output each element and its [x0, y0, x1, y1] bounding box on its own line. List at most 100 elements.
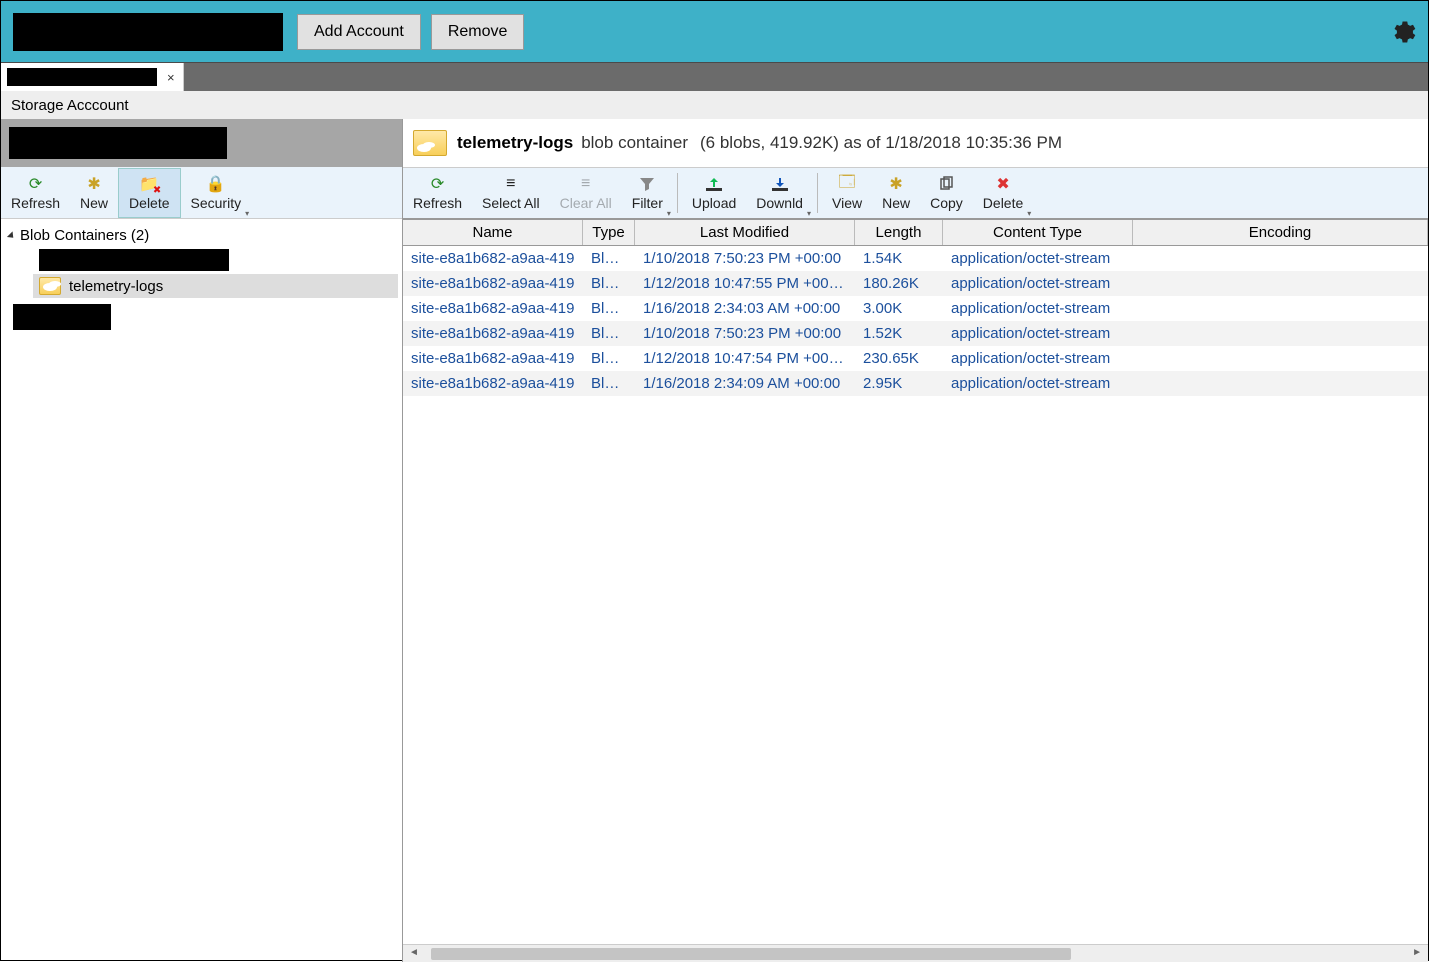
scroll-left-icon[interactable]: ◄	[403, 947, 425, 958]
container-header: telemetry-logs blob container (6 blobs, …	[403, 119, 1428, 167]
cell-length: 230.65K	[855, 348, 943, 369]
cell-modified: 1/12/2018 10:47:55 PM +00:00	[635, 273, 855, 294]
label: Copy	[930, 195, 963, 211]
security-button[interactable]: 🔒 Security	[181, 168, 252, 218]
cell-length: 180.26K	[855, 273, 943, 294]
cell-content-type: application/octet-stream	[943, 273, 1133, 294]
table-row[interactable]: site-e8a1b682-a9aa-419Block1/12/2018 10:…	[403, 346, 1428, 371]
select-all-icon: ≡	[502, 175, 520, 193]
funnel-icon	[638, 175, 656, 193]
close-icon[interactable]: ×	[163, 70, 179, 85]
blob-containers-group[interactable]: Blob Containers (2)	[5, 225, 398, 246]
cell-name: site-e8a1b682-a9aa-419	[403, 323, 583, 344]
upload-button[interactable]: Upload	[682, 168, 746, 218]
account-redacted	[13, 13, 283, 51]
chevron-down-icon[interactable]: ▾	[667, 209, 671, 218]
copy-icon	[937, 175, 955, 193]
tree-item-telemetry-logs[interactable]: telemetry-logs	[33, 274, 398, 298]
table-row[interactable]: site-e8a1b682-a9aa-419Block1/10/2018 7:5…	[403, 246, 1428, 271]
content-toolbar: ⟳Refresh ≡Select All ≡Clear All Filter ▾…	[403, 167, 1428, 219]
table-body: site-e8a1b682-a9aa-419Block1/10/2018 7:5…	[403, 246, 1428, 396]
cell-modified: 1/10/2018 7:50:23 PM +00:00	[635, 323, 855, 344]
container-type-label: blob container	[581, 133, 688, 153]
gear-icon[interactable]	[1388, 18, 1416, 46]
cell-type: Block	[583, 273, 635, 294]
refresh-label: Refresh	[11, 195, 60, 211]
chevron-down-icon[interactable]: ▾	[1027, 209, 1031, 218]
chevron-down-icon[interactable]: ▾	[807, 209, 811, 218]
col-name[interactable]: Name	[403, 220, 583, 245]
scroll-right-icon[interactable]: ►	[1406, 947, 1428, 958]
label: Upload	[692, 195, 736, 211]
delete-folder-icon: 📁✖	[140, 175, 158, 193]
refresh-button[interactable]: ⟳ Refresh	[1, 168, 70, 218]
tab-label-redacted	[7, 68, 157, 86]
horizontal-scrollbar[interactable]: ◄ ►	[403, 944, 1428, 962]
col-length[interactable]: Length	[855, 220, 943, 245]
cell-encoding	[1133, 298, 1428, 319]
tree-item-redacted[interactable]	[33, 246, 398, 274]
col-modified[interactable]: Last Modified	[635, 220, 855, 245]
table-row[interactable]: site-e8a1b682-a9aa-419Block1/10/2018 7:5…	[403, 321, 1428, 346]
cell-length: 1.54K	[855, 248, 943, 269]
tree-view: Blob Containers (2) telemetry-logs	[1, 219, 402, 336]
table-row[interactable]: site-e8a1b682-a9aa-419Block1/16/2018 2:3…	[403, 371, 1428, 396]
select-all-button[interactable]: ≡Select All	[472, 168, 550, 218]
table-row[interactable]: site-e8a1b682-a9aa-419Block1/12/2018 10:…	[403, 271, 1428, 296]
container-stats: (6 blobs, 419.92K) as of 1/18/2018 10:35…	[700, 133, 1062, 153]
refresh-button[interactable]: ⟳Refresh	[403, 168, 472, 218]
container-name: telemetry-logs	[457, 133, 573, 153]
view-button[interactable]: 🗔 View	[822, 168, 872, 218]
cell-length: 2.95K	[855, 373, 943, 394]
cell-name: site-e8a1b682-a9aa-419	[403, 373, 583, 394]
label: Filter	[632, 195, 663, 211]
subheader: Storage Acccount	[1, 91, 1428, 119]
cell-type: Block	[583, 248, 635, 269]
cell-type: Block	[583, 348, 635, 369]
copy-button[interactable]: Copy	[920, 168, 973, 218]
sidebar-account-redacted	[1, 119, 402, 167]
cell-name: site-e8a1b682-a9aa-419	[403, 298, 583, 319]
refresh-icon: ⟳	[27, 175, 45, 193]
download-button[interactable]: Downld	[746, 168, 813, 218]
cell-content-type: application/octet-stream	[943, 248, 1133, 269]
new-icon: ✱	[887, 175, 905, 193]
download-icon	[771, 175, 789, 193]
label: View	[832, 195, 862, 211]
label: Downld	[756, 195, 803, 211]
filter-button[interactable]: Filter	[622, 168, 673, 218]
col-type[interactable]: Type	[583, 220, 635, 245]
new-button[interactable]: ✱ New	[70, 168, 118, 218]
label: Delete	[983, 195, 1023, 211]
sidebar: ⟳ Refresh ✱ New 📁✖ Delete 🔒 Security ▾ B…	[1, 119, 403, 962]
col-content-type[interactable]: Content Type	[943, 220, 1133, 245]
active-tab[interactable]: ×	[1, 63, 184, 91]
new-blob-button[interactable]: ✱ New	[872, 168, 920, 218]
remove-button[interactable]: Remove	[431, 14, 525, 50]
cell-type: Block	[583, 373, 635, 394]
tree-item-redacted-2[interactable]	[5, 304, 398, 330]
cell-name: site-e8a1b682-a9aa-419	[403, 348, 583, 369]
delete-button[interactable]: 📁✖ Delete	[118, 168, 180, 218]
cell-encoding	[1133, 323, 1428, 344]
cell-content-type: application/octet-stream	[943, 298, 1133, 319]
blob-table: Name Type Last Modified Length Content T…	[403, 219, 1428, 944]
clear-all-button: ≡Clear All	[550, 168, 622, 218]
view-icon: 🗔	[838, 175, 856, 193]
chevron-down-icon[interactable]: ▾	[245, 209, 249, 218]
delete-icon: ✖	[994, 175, 1012, 193]
cell-modified: 1/16/2018 2:34:03 AM +00:00	[635, 298, 855, 319]
cell-content-type: application/octet-stream	[943, 373, 1133, 394]
security-label: Security	[191, 195, 242, 211]
cell-modified: 1/12/2018 10:47:54 PM +00:00	[635, 348, 855, 369]
group-label: Blob Containers (2)	[20, 227, 149, 244]
scrollbar-thumb[interactable]	[431, 948, 1071, 960]
label: New	[882, 195, 910, 211]
clear-all-icon: ≡	[577, 175, 595, 193]
delete-blob-button[interactable]: ✖ Delete	[973, 168, 1033, 218]
add-account-button[interactable]: Add Account	[297, 14, 421, 50]
col-encoding[interactable]: Encoding	[1133, 220, 1428, 245]
label: Refresh	[413, 195, 462, 211]
content-pane: telemetry-logs blob container (6 blobs, …	[403, 119, 1428, 962]
table-row[interactable]: site-e8a1b682-a9aa-419Block1/16/2018 2:3…	[403, 296, 1428, 321]
